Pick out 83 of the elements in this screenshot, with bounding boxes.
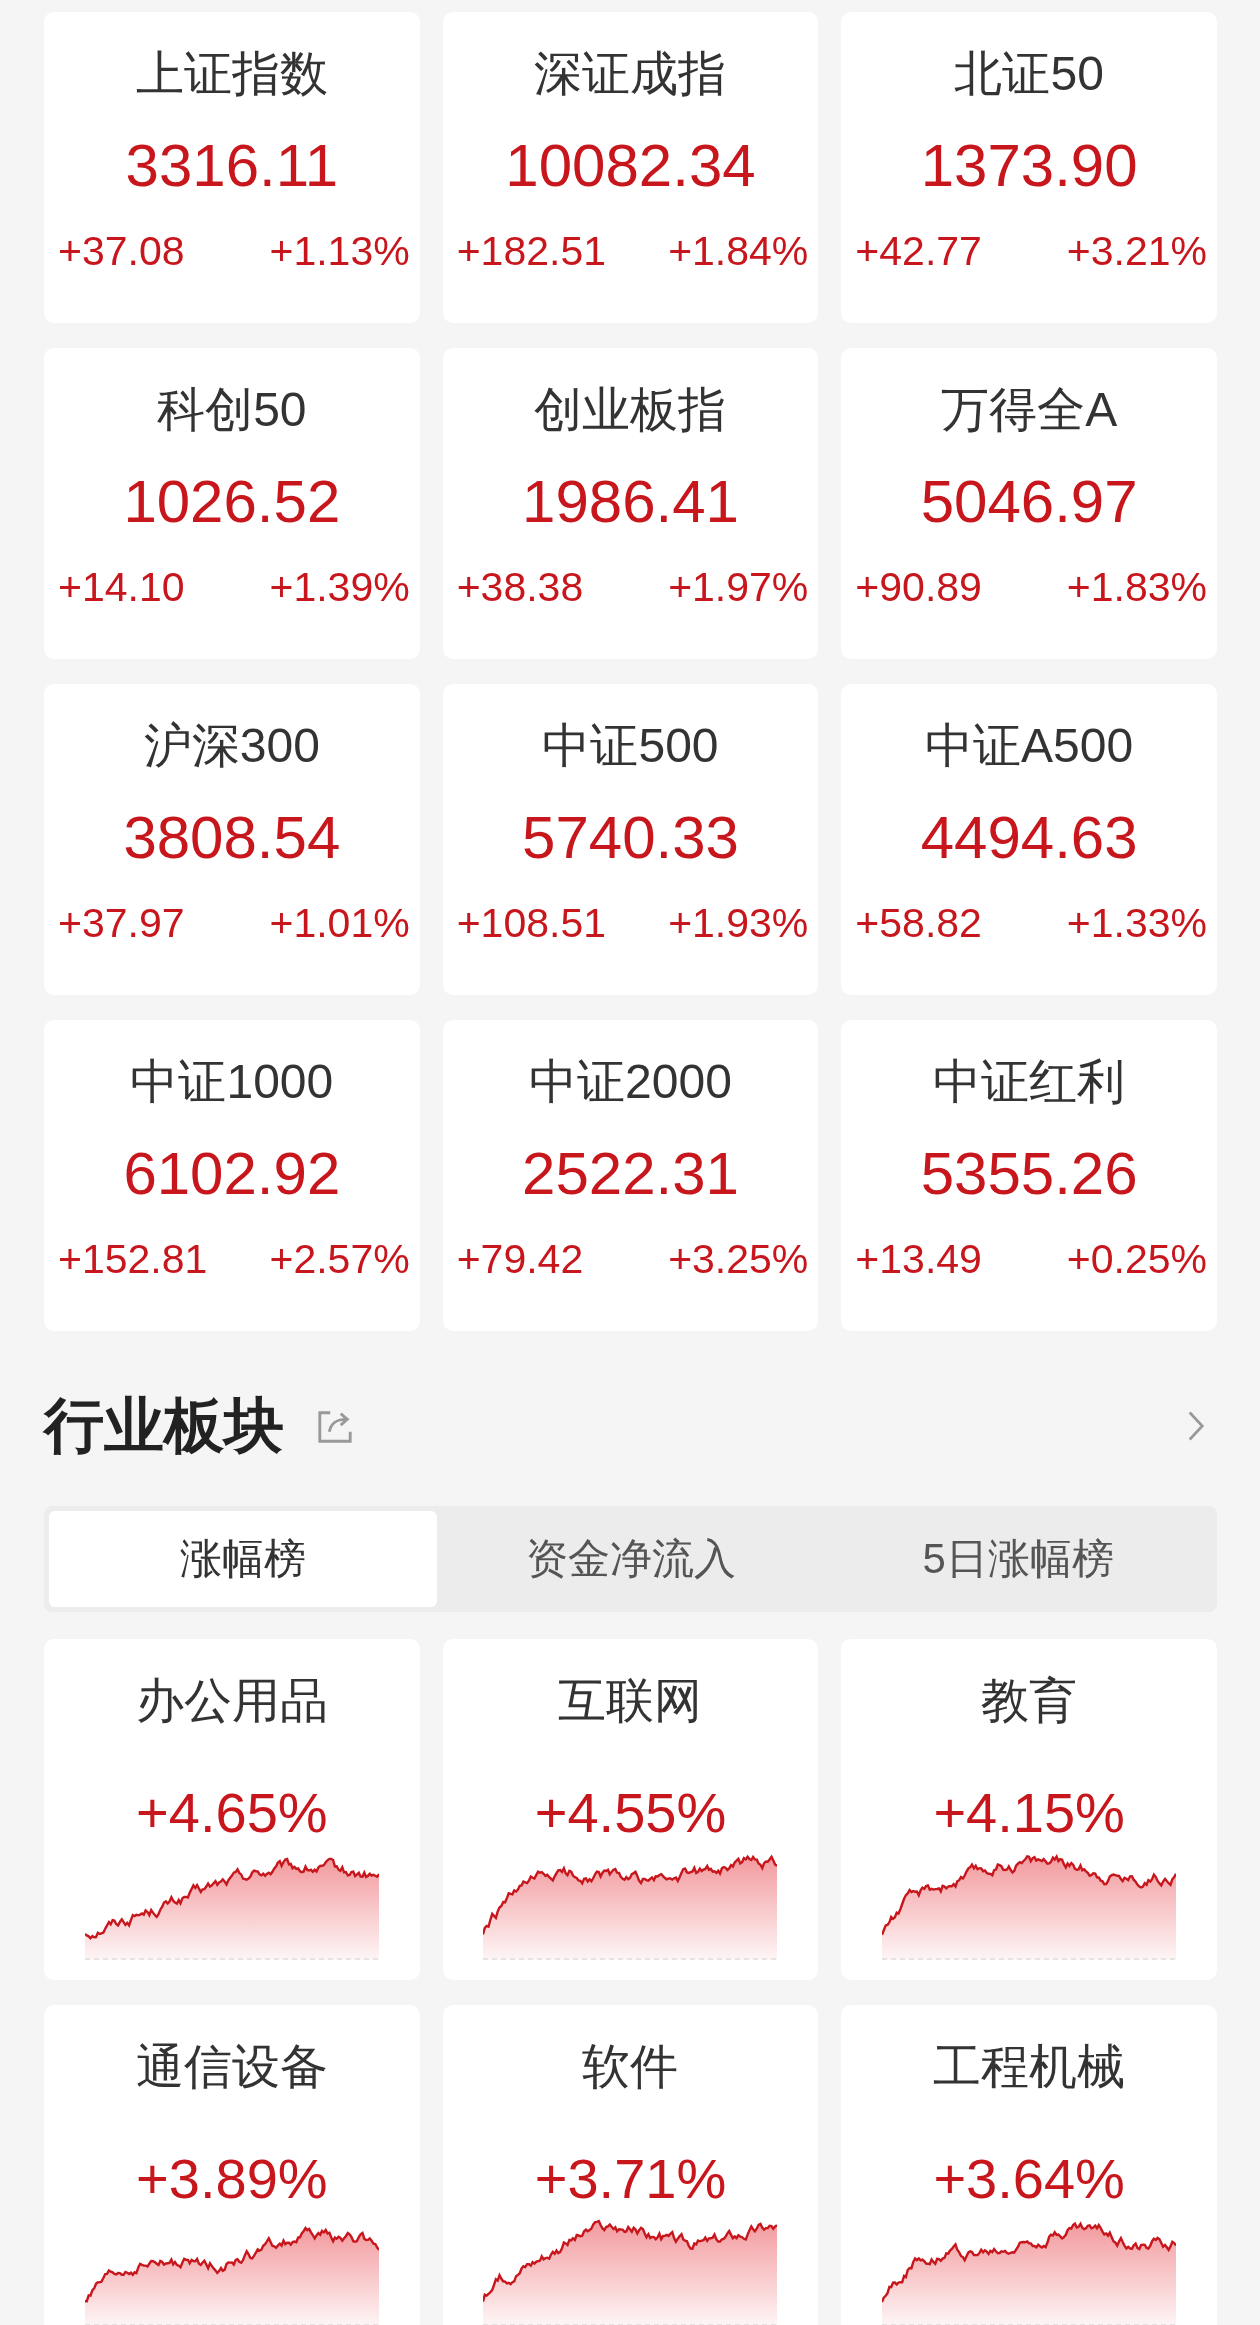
sector-change-percent: +4.65% bbox=[136, 1783, 328, 1843]
index-value: 5355.26 bbox=[920, 1142, 1138, 1206]
sector-card[interactable]: 办公用品 +4.65% bbox=[44, 1639, 420, 1980]
sector-card[interactable]: 软件 +3.71% bbox=[442, 2005, 819, 2325]
index-card[interactable]: 创业板指 1986.41 +38.38 +1.97% bbox=[442, 348, 819, 659]
index-name: 北证50 bbox=[954, 48, 1104, 100]
index-card[interactable]: 中证500 5740.33 +108.51 +1.93% bbox=[442, 684, 819, 995]
sector-name: 互联网 bbox=[558, 1675, 703, 1727]
sector-card[interactable]: 通信设备 +3.89% bbox=[44, 2005, 420, 2325]
index-change-percent: +1.13% bbox=[269, 228, 410, 274]
sector-name: 教育 bbox=[981, 1675, 1078, 1727]
index-change-percent: +1.84% bbox=[668, 228, 809, 274]
index-value: 3316.11 bbox=[125, 134, 339, 198]
index-change-percent: +3.25% bbox=[668, 1236, 809, 1282]
index-change: +182.51 bbox=[456, 228, 606, 274]
index-name: 上证指数 bbox=[135, 48, 328, 100]
index-value: 1986.41 bbox=[522, 470, 739, 534]
index-name: 中证A500 bbox=[925, 720, 1134, 772]
index-change: +38.38 bbox=[456, 564, 584, 610]
index-value: 1373.90 bbox=[920, 134, 1138, 198]
tab[interactable]: 资金净流入 bbox=[436, 1511, 825, 1607]
sector-name: 工程机械 bbox=[933, 2041, 1126, 2093]
sector-card[interactable]: 教育 +4.15% bbox=[841, 1639, 1217, 1980]
sector-change-percent: +4.55% bbox=[534, 1783, 727, 1843]
index-change-percent: +1.39% bbox=[269, 564, 410, 610]
index-change-percent: +0.25% bbox=[1066, 1236, 1207, 1282]
section-title: 行业板块 bbox=[44, 1390, 284, 1461]
index-card[interactable]: 上证指数 3316.11 +37.08 +1.13% bbox=[44, 12, 420, 323]
index-change: +37.08 bbox=[58, 228, 185, 274]
index-value: 6102.92 bbox=[123, 1142, 341, 1206]
index-change-percent: +1.93% bbox=[668, 900, 809, 946]
index-change: +90.89 bbox=[855, 564, 982, 610]
tab[interactable]: 涨幅榜 bbox=[49, 1511, 437, 1607]
index-card[interactable]: 北证50 1373.90 +42.77 +3.21% bbox=[841, 12, 1217, 323]
index-change: +108.51 bbox=[456, 900, 606, 946]
index-card[interactable]: 深证成指 10082.34 +182.51 +1.84% bbox=[442, 12, 819, 323]
index-change: +42.77 bbox=[855, 228, 982, 274]
index-card[interactable]: 中证1000 6102.92 +152.81 +2.57% bbox=[44, 1020, 420, 1331]
sector-card[interactable]: 工程机械 +3.64% bbox=[841, 2005, 1217, 2325]
index-card[interactable]: 中证2000 2522.31 +79.42 +3.25% bbox=[442, 1020, 819, 1331]
index-name: 中证红利 bbox=[933, 1056, 1126, 1108]
index-value: 5046.97 bbox=[920, 470, 1138, 534]
index-value: 2522.31 bbox=[522, 1142, 739, 1206]
index-change: +14.10 bbox=[58, 564, 185, 610]
index-name: 创业板指 bbox=[534, 384, 727, 436]
index-card[interactable]: 中证A500 4494.63 +58.82 +1.33% bbox=[841, 684, 1217, 995]
index-card[interactable]: 科创50 1026.52 +14.10 +1.39% bbox=[44, 348, 420, 659]
index-value: 10082.34 bbox=[505, 134, 756, 198]
index-value: 3808.54 bbox=[123, 806, 341, 870]
index-change: +13.49 bbox=[855, 1236, 982, 1282]
index-card[interactable]: 中证红利 5355.26 +13.49 +0.25% bbox=[841, 1020, 1217, 1331]
sector-name: 通信设备 bbox=[135, 2041, 328, 2093]
index-value: 1026.52 bbox=[123, 470, 341, 534]
index-change-percent: +2.57% bbox=[269, 1236, 410, 1282]
index-value: 4494.63 bbox=[920, 806, 1138, 870]
index-change-percent: +1.97% bbox=[668, 564, 809, 610]
index-value: 5740.33 bbox=[522, 806, 739, 870]
chevron-right-icon[interactable] bbox=[1187, 1409, 1205, 1443]
index-change: +58.82 bbox=[855, 900, 982, 946]
index-change: +79.42 bbox=[456, 1236, 584, 1282]
index-name: 中证2000 bbox=[529, 1056, 732, 1108]
index-name: 深证成指 bbox=[534, 48, 727, 100]
sector-change-percent: +3.89% bbox=[136, 2149, 328, 2209]
index-name: 万得全A bbox=[941, 384, 1118, 436]
index-card[interactable]: 沪深300 3808.54 +37.97 +1.01% bbox=[44, 684, 420, 995]
sector-card[interactable]: 互联网 +4.55% bbox=[442, 1639, 819, 1980]
index-name: 中证500 bbox=[542, 720, 719, 772]
tab[interactable]: 5日涨幅榜 bbox=[824, 1511, 1212, 1607]
index-change-percent: +1.33% bbox=[1066, 900, 1207, 946]
index-change-percent: +1.01% bbox=[269, 900, 410, 946]
index-name: 中证1000 bbox=[130, 1056, 334, 1108]
sector-change-percent: +3.64% bbox=[933, 2149, 1125, 2209]
index-name: 沪深300 bbox=[143, 720, 320, 772]
sector-change-percent: +4.15% bbox=[933, 1783, 1125, 1843]
index-change: +37.97 bbox=[58, 900, 185, 946]
index-change: +152.81 bbox=[58, 1236, 208, 1282]
index-name: 科创50 bbox=[157, 384, 307, 436]
sector-name: 软件 bbox=[582, 2041, 679, 2093]
index-change-percent: +3.21% bbox=[1066, 228, 1207, 274]
index-card[interactable]: 万得全A 5046.97 +90.89 +1.83% bbox=[841, 348, 1217, 659]
sector-name: 办公用品 bbox=[135, 1675, 328, 1727]
sector-change-percent: +3.71% bbox=[534, 2149, 727, 2209]
index-change-percent: +1.83% bbox=[1066, 564, 1207, 610]
